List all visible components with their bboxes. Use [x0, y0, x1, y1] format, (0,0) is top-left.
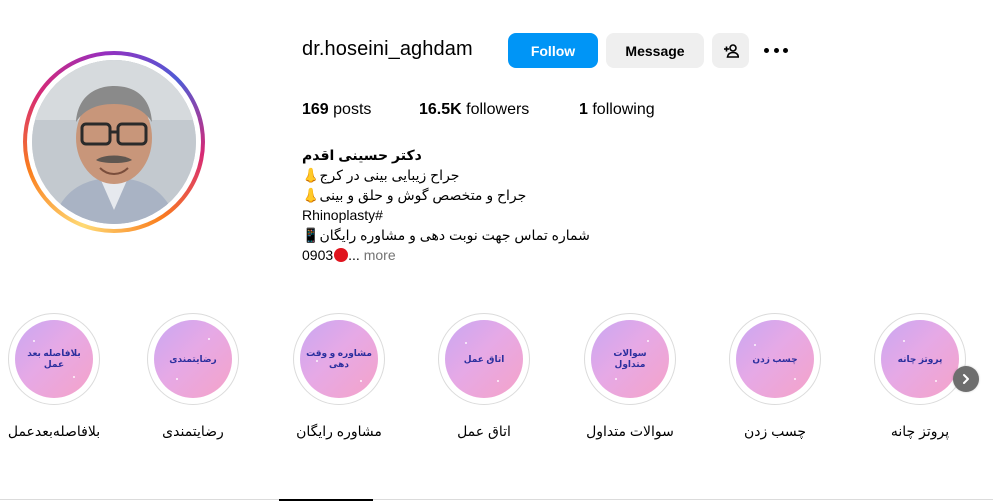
highlight-label: سوالات متداول [586, 423, 674, 439]
phone-prefix: 0903 [302, 247, 334, 263]
bio-line-1: جراح زیبایی بینی در کرج👃 [302, 165, 722, 185]
nose-icon: 👃 [302, 167, 320, 183]
sparkle [935, 380, 937, 382]
sparkle [208, 338, 210, 340]
highlight-cover-text: مشاوره و وقت دهی [306, 348, 372, 369]
sparkle [794, 378, 796, 380]
highlight-item[interactable]: رضایتمندی رضایتمندی [145, 313, 241, 440]
sparkle [754, 344, 756, 346]
highlight-label: اتاق عمل [457, 423, 511, 439]
sparkle [615, 378, 617, 380]
sparkle [73, 376, 75, 378]
highlight-label: رضایتمندی [162, 423, 224, 439]
follow-button[interactable]: Follow [508, 33, 598, 68]
highlight-cover-ring: سوالات متداول [584, 313, 676, 405]
bio-line-5: 0903... more [302, 245, 722, 265]
highlight-cover: اتاق عمل [445, 320, 523, 398]
highlight-item[interactable]: اتاق عمل اتاق عمل [436, 313, 532, 440]
following-label: following [592, 101, 655, 118]
sparkle [647, 340, 649, 342]
highlight-cover-text: پروتز چانه [897, 353, 943, 364]
highlight-cover-text: اتاق عمل [463, 353, 505, 364]
followers-stat[interactable]: 16.5K followers [419, 101, 529, 119]
sparkle [903, 340, 905, 342]
bio-line-4-text: شماره تماس جهت نوبت دهی و مشاوره رایگان [319, 227, 590, 243]
sparkle [360, 380, 362, 382]
highlights-next-button[interactable] [953, 366, 979, 392]
highlight-cover-ring: رضایتمندی [147, 313, 239, 405]
tabs-divider [0, 499, 993, 500]
avatar-photo [32, 60, 196, 224]
username: dr.hoseini_aghdam [302, 38, 473, 60]
highlight-label: چسب زدن [743, 423, 807, 439]
hashtag-link[interactable]: Rhinoplasty# [302, 205, 722, 225]
highlight-cover-text: سوالات متداول [613, 348, 647, 369]
posts-count: 169 [302, 101, 329, 118]
avatar-border [27, 55, 201, 229]
dot [773, 47, 779, 53]
sparkle [316, 360, 318, 362]
highlight-cover: بلافاصله بعد عمل [15, 320, 93, 398]
suggested-users-button[interactable] [712, 33, 749, 68]
highlight-cover-ring: اتاق عمل [438, 313, 530, 405]
sparkle [465, 342, 467, 344]
nose-icon: 👃 [302, 187, 320, 203]
bio-line-2: جراح و متخصص گوش و حلق و بینی👃 [302, 185, 722, 205]
following-stat[interactable]: 1 following [579, 101, 655, 119]
chevron-right-icon [963, 374, 969, 384]
highlight-cover: پروتز چانه [881, 320, 959, 398]
message-button[interactable]: Message [606, 33, 704, 68]
bio-line-4: شماره تماس جهت نوبت دهی و مشاوره رایگان📱 [302, 225, 722, 245]
profile-avatar-ring[interactable] [23, 51, 205, 233]
highlight-cover-text: چسب زدن [752, 353, 798, 364]
highlight-label: پروتز چانه [890, 423, 950, 439]
highlight-cover: مشاوره و وقت دهی [300, 320, 378, 398]
posts-label: posts [333, 101, 372, 118]
posts-stat: 169 posts [302, 101, 371, 119]
highlight-label: بلافاصله‌بعدعمل [7, 423, 101, 439]
active-tab-indicator [279, 499, 373, 501]
highlight-item[interactable]: بلافاصله بعد عمل بلافاصله‌بعدعمل [6, 313, 102, 440]
more-options-icon[interactable] [764, 41, 788, 59]
red-circle-icon [334, 248, 349, 262]
more-link[interactable]: more [364, 247, 396, 263]
bio-line-1-text: جراح زیبایی بینی در کرج [319, 167, 460, 183]
ellipsis: ... [348, 247, 360, 263]
followers-label: followers [466, 101, 530, 118]
highlight-cover-text: رضایتمندی [169, 353, 217, 364]
sparkle [176, 378, 178, 380]
mobile-phone-icon: 📱 [302, 227, 320, 243]
add-person-icon [723, 43, 739, 58]
profile-bio: دکتر حسینی اقدم جراح زیبایی بینی در کرج👃… [302, 145, 722, 265]
following-count: 1 [579, 101, 588, 118]
sparkle [497, 380, 499, 382]
display-name: دکتر حسینی اقدم [302, 147, 422, 163]
highlight-item[interactable]: سوالات متداول سوالات متداول [582, 313, 678, 440]
bio-line-2-text: جراح و متخصص گوش و حلق و بینی [319, 187, 527, 203]
highlight-cover: رضایتمندی [154, 320, 232, 398]
highlight-label: مشاوره رایگان [296, 423, 382, 439]
highlight-cover-text: بلافاصله بعد عمل [27, 348, 81, 369]
followers-count: 16.5K [419, 101, 462, 118]
highlight-cover-ring: چسب زدن [729, 313, 821, 405]
dot [764, 47, 769, 53]
dot [783, 47, 788, 53]
highlight-cover-ring: بلافاصله بعد عمل [8, 313, 100, 405]
highlight-cover: سوالات متداول [591, 320, 669, 398]
avatar[interactable] [32, 60, 196, 224]
highlight-item[interactable]: چسب زدن چسب زدن [727, 313, 823, 440]
highlight-cover: چسب زدن [736, 320, 814, 398]
sparkle [33, 340, 35, 342]
highlight-item[interactable]: مشاوره و وقت دهی مشاوره رایگان [291, 313, 387, 440]
highlight-cover-ring: مشاوره و وقت دهی [293, 313, 385, 405]
highlight-cover-ring: پروتز چانه [874, 313, 966, 405]
